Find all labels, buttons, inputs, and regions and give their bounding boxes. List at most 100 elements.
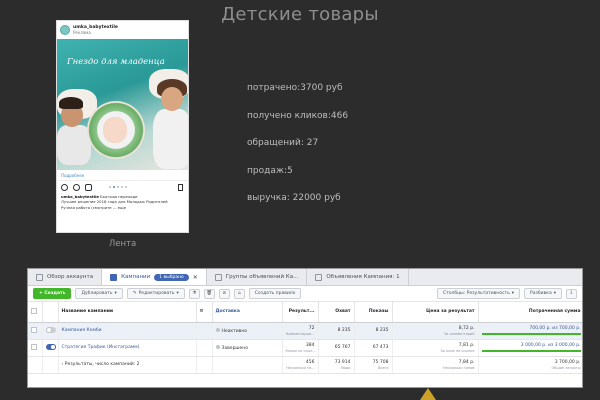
adset-icon <box>214 273 222 281</box>
row-checkbox[interactable] <box>28 322 43 340</box>
total-cpr: 7,84 р. Несколько типов <box>392 356 479 374</box>
share-icon[interactable] <box>85 183 92 191</box>
ads-manager-panel: Обзор аккаунта Кампании 1 выбрано ✕ Груп… <box>27 268 583 388</box>
edit-button[interactable]: ✎ Редактировать ▾ <box>126 288 185 299</box>
breakdown-dropdown[interactable]: Разбивка ▾ <box>524 288 562 299</box>
campaign-name-cell[interactable]: Кампания Комби <box>58 322 197 340</box>
results-sub: Комментарии... <box>285 331 315 336</box>
col-amount-spent[interactable]: Потраченная сумма <box>478 302 582 323</box>
total-cpr-value: 7,84 р. <box>458 359 475 365</box>
col-impressions[interactable]: Показы <box>354 302 393 323</box>
carousel-dot <box>113 186 115 188</box>
baby-figure <box>103 117 127 143</box>
campaign-name[interactable]: Кампания Комби <box>62 328 102 333</box>
columns-label: Столбцы: Результативность <box>442 291 510 296</box>
post-sponsored-label: Реклама <box>73 30 91 35</box>
table-row[interactable]: Кампания Комби Неактивно 72 Комментарии..… <box>28 322 582 340</box>
total-label-cell: › Результаты, число кампаний: 2 <box>58 356 197 374</box>
total-impressions: 75 708 Всего <box>354 356 393 374</box>
status-dot <box>215 344 220 349</box>
select-all-checkbox[interactable] <box>28 302 43 323</box>
total-reach-sub: Люди <box>340 365 351 370</box>
chevron-down-icon: ▾ <box>553 291 556 296</box>
father-hair <box>59 97 83 109</box>
total-results-value: 456 <box>305 359 315 365</box>
row-toggle-cell[interactable] <box>42 322 59 340</box>
heart-icon[interactable] <box>61 183 68 191</box>
stat-revenue: выручка: 22000 руб <box>247 193 341 203</box>
checkbox[interactable] <box>31 343 37 350</box>
instagram-post-preview: umka_babytextile Реклама Гнездо для млад… <box>56 20 189 233</box>
post-caption: umka_babytextile Быстрая переходи Лучшее… <box>57 193 188 211</box>
table-row[interactable]: Стратегия Трафик (Инстаграмм) Завершено … <box>28 339 582 357</box>
tag-icon[interactable]: ⌂ <box>233 288 245 299</box>
campaign-icon <box>110 273 118 281</box>
duplicate-label: Дублировать <box>81 291 113 296</box>
columns-dropdown[interactable]: Столбцы: Результативность ▾ <box>436 288 521 299</box>
table-header: Название кампании ⚙ Доставка Результ... … <box>28 302 582 323</box>
caption-line: Ручная работа (смотрите ... еще <box>61 204 126 210</box>
caption-line: Лучшее решение 2018 года для Молодых Род… <box>61 199 168 205</box>
ab-test-icon[interactable]: ⚗ <box>188 288 200 299</box>
create-rule-button[interactable]: Создать правило <box>248 288 302 299</box>
mother-head <box>161 87 183 111</box>
toggle-column-header <box>42 302 59 323</box>
checkbox[interactable] <box>31 307 37 314</box>
stat-inquiries: обращений: 27 <box>247 138 319 148</box>
campaign-name[interactable]: Стратегия Трафик (Инстаграмм) <box>62 345 140 350</box>
col-results[interactable]: Результ... <box>282 302 319 323</box>
selected-chip[interactable]: 1 выбрано <box>154 273 189 281</box>
results-value: 384 <box>305 342 315 348</box>
close-icon[interactable]: ✕ <box>193 274 198 281</box>
settings-icon[interactable]: ⚙ <box>200 309 204 314</box>
cpr-cell: 7,81 р. За клик по ссылке <box>392 339 479 357</box>
lock-icon[interactable]: ⊘ <box>218 288 230 299</box>
bookmark-icon[interactable] <box>178 184 183 191</box>
total-impressions-value: 75 708 <box>372 359 389 365</box>
create-button[interactable]: + Создать <box>33 288 72 299</box>
spent-value: 3 000,00 р. из 3 000,00 р. <box>520 343 581 348</box>
col-cost-per-result[interactable]: Цена за результат <box>392 302 479 323</box>
empty-cell <box>196 322 213 340</box>
empty-cell <box>212 356 283 374</box>
caption-line: Быстрая переходи <box>100 194 138 199</box>
breakdown-label: Разбивка <box>530 291 552 296</box>
campaign-name-cell[interactable]: Стратегия Трафик (Инстаграмм) <box>58 339 197 357</box>
spend-progress-fill <box>481 333 581 335</box>
reach-cell: 8 235 <box>318 322 355 340</box>
tab-overview[interactable]: Обзор аккаунта <box>28 269 103 285</box>
row-checkbox[interactable] <box>28 339 43 357</box>
results-cell: 384 Клики по ссыл... <box>282 339 319 357</box>
chevron-right-icon[interactable]: › <box>62 362 64 367</box>
cpr-value: 7,81 р. <box>458 342 475 348</box>
tab-label: Группы объявлений Ка... <box>225 274 299 280</box>
stat-clicks: получено кликов:466 <box>247 110 349 121</box>
reach-cell: 65 767 <box>318 339 355 357</box>
col-delivery[interactable]: Доставка <box>212 302 283 323</box>
carousel-dot <box>121 186 123 188</box>
delivery-status: Неактивно <box>221 328 248 334</box>
row-toggle-cell[interactable] <box>42 339 59 357</box>
pencil-icon: ✎ <box>132 291 137 296</box>
comment-icon[interactable] <box>73 183 80 191</box>
col-campaign-name[interactable]: Название кампании <box>58 302 197 323</box>
campaign-toggle[interactable] <box>45 343 56 350</box>
checkbox[interactable] <box>31 326 37 333</box>
caption-username: umka_babytextile <box>61 194 99 199</box>
col-reach[interactable]: Охват <box>318 302 355 323</box>
campaign-toggle[interactable] <box>45 326 56 333</box>
empty-cell <box>42 356 59 374</box>
more-link[interactable]: Подробнее <box>57 170 188 181</box>
mother-figure <box>153 109 188 169</box>
empty-cell <box>28 356 43 374</box>
carousel-dot <box>109 186 111 188</box>
ads-toolbar: + Создать Дублировать ▾ ✎ Редактировать … <box>28 286 582 302</box>
export-icon[interactable]: ⇩ <box>566 288 577 299</box>
spent-cell: 3 000,00 р. из 3 000,00 р. <box>478 339 582 357</box>
duplicate-button[interactable]: Дублировать ▾ <box>75 288 123 299</box>
impressions-cell: 67 473 <box>354 339 393 357</box>
tab-adsets[interactable]: Группы объявлений Ка... <box>207 269 308 285</box>
tab-ads[interactable]: Объявления Кампания: 1 <box>307 269 409 285</box>
delete-icon[interactable]: 🗑 <box>203 288 215 299</box>
tab-campaigns[interactable]: Кампании 1 выбрано ✕ <box>102 269 207 285</box>
